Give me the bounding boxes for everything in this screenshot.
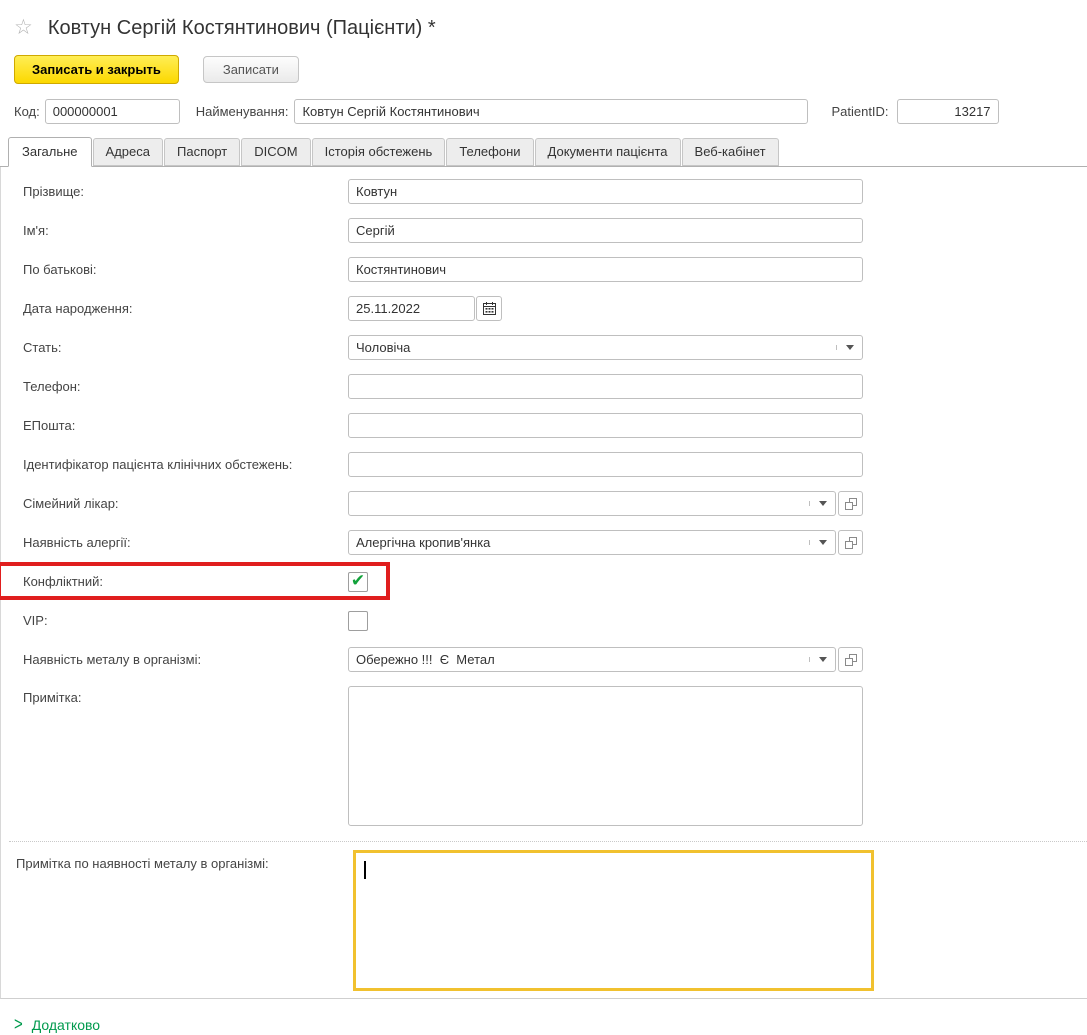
metal-note-row: Примітка по наявності металу в організмі… xyxy=(23,848,1087,991)
tab-bar: Загальне Адреса Паспорт DICOM Історія об… xyxy=(0,139,1087,167)
vip-checkbox[interactable] xyxy=(348,611,368,631)
allergy-open-button[interactable] xyxy=(838,530,863,555)
chevron-down-icon xyxy=(819,501,827,506)
first-name-row: Ім'я: xyxy=(23,218,1087,243)
email-label: ЕПошта: xyxy=(23,418,348,433)
general-tab-panel: Прізвище: Ім'я: По батькові: Дата народж… xyxy=(0,167,1087,999)
vip-label: VIP: xyxy=(23,613,348,628)
chevron-right-icon: > xyxy=(14,1014,23,1034)
phone-input[interactable] xyxy=(348,374,863,399)
dotted-separator xyxy=(9,841,1087,842)
birth-date-input[interactable] xyxy=(348,296,475,321)
gender-label: Стать: xyxy=(23,340,348,355)
code-label: Код: xyxy=(14,104,40,119)
allergy-row: Наявність алергії: Алергічна кропив'янка xyxy=(23,530,1087,555)
metal-note-textarea[interactable] xyxy=(353,850,874,991)
checkmark-icon: ✔ xyxy=(351,573,365,589)
metal-dropdown-button[interactable] xyxy=(809,657,835,662)
email-row: ЕПошта: xyxy=(23,413,1087,438)
first-name-label: Ім'я: xyxy=(23,223,348,238)
phone-label: Телефон: xyxy=(23,379,348,394)
tab-general[interactable]: Загальне xyxy=(8,137,92,167)
chevron-down-icon xyxy=(819,540,827,545)
family-doctor-select[interactable] xyxy=(348,491,836,516)
metal-open-button[interactable] xyxy=(838,647,863,672)
additional-label: Додатково xyxy=(32,1017,100,1033)
patient-id-label: PatientID: xyxy=(831,104,888,119)
gender-value: Чоловіча xyxy=(349,340,836,355)
metal-label: Наявність металу в організмі: xyxy=(23,652,348,667)
last-name-input[interactable] xyxy=(348,179,863,204)
note-label: Примітка: xyxy=(23,686,348,705)
note-textarea[interactable] xyxy=(348,686,863,826)
header-fields-row: Код: Найменування: PatientID: xyxy=(0,99,1087,124)
allergy-select[interactable]: Алергічна кропив'янка xyxy=(348,530,836,555)
last-name-row: Прізвище: xyxy=(23,179,1087,204)
last-name-label: Прізвище: xyxy=(23,184,348,199)
birth-date-row: Дата народження: xyxy=(23,296,1087,321)
metal-note-label: Примітка по наявності металу в організмі… xyxy=(16,850,353,871)
family-doctor-dropdown-button[interactable] xyxy=(809,501,835,506)
conflict-checkbox[interactable]: ✔ xyxy=(348,572,368,592)
text-cursor xyxy=(364,861,366,879)
open-item-icon xyxy=(845,498,857,510)
gender-row: Стать: Чоловіча xyxy=(23,335,1087,360)
clinical-id-label: Ідентифікатор пацієнта клінічних обстеже… xyxy=(23,457,348,472)
email-input[interactable] xyxy=(348,413,863,438)
conflict-label: Конфліктний: xyxy=(23,574,348,589)
metal-row: Наявність металу в організмі: Обережно !… xyxy=(23,647,1087,672)
tab-phones[interactable]: Телефони xyxy=(446,138,533,166)
calendar-button[interactable] xyxy=(476,296,502,321)
middle-name-label: По батькові: xyxy=(23,262,348,277)
tab-passport[interactable]: Паспорт xyxy=(164,138,240,166)
allergy-label: Наявність алергії: xyxy=(23,535,348,550)
family-doctor-label: Сімейний лікар: xyxy=(23,496,348,511)
middle-name-row: По батькові: xyxy=(23,257,1087,282)
favorite-star-icon[interactable]: ☆ xyxy=(14,18,33,38)
additional-section-toggle[interactable]: > Додатково xyxy=(14,1016,1087,1033)
name-input[interactable] xyxy=(294,99,808,124)
window-titlebar: ☆ Ковтун Сергій Костянтинович (Пацієнти)… xyxy=(0,0,1087,42)
tab-address[interactable]: Адреса xyxy=(93,138,163,166)
allergy-value: Алергічна кропив'янка xyxy=(349,535,809,550)
page-title: Ковтун Сергій Костянтинович (Пацієнти) * xyxy=(48,17,436,40)
patient-id-input[interactable] xyxy=(897,99,999,124)
metal-value: Обережно !!! Є Метал xyxy=(349,652,809,667)
chevron-down-icon xyxy=(819,657,827,662)
chevron-down-icon xyxy=(846,345,854,350)
clinical-id-row: Ідентифікатор пацієнта клінічних обстеже… xyxy=(23,452,1087,477)
tab-web-cabinet[interactable]: Веб-кабінет xyxy=(682,138,779,166)
calendar-icon xyxy=(483,302,496,315)
tab-exam-history[interactable]: Історія обстежень xyxy=(312,138,446,166)
metal-select[interactable]: Обережно !!! Є Метал xyxy=(348,647,836,672)
conflict-row: Конфліктний: ✔ xyxy=(23,569,1087,594)
family-doctor-open-button[interactable] xyxy=(838,491,863,516)
tab-dicom[interactable]: DICOM xyxy=(241,138,310,166)
family-doctor-row: Сімейний лікар: xyxy=(23,491,1087,516)
birth-date-label: Дата народження: xyxy=(23,301,348,316)
note-row: Примітка: xyxy=(23,686,1087,826)
clinical-id-input[interactable] xyxy=(348,452,863,477)
save-button[interactable]: Записати xyxy=(203,56,299,83)
command-bar: Записать и закрыть Записати xyxy=(0,55,1087,84)
allergy-dropdown-button[interactable] xyxy=(809,540,835,545)
gender-dropdown-button[interactable] xyxy=(836,345,862,350)
gender-select[interactable]: Чоловіча xyxy=(348,335,863,360)
name-label: Найменування: xyxy=(196,104,289,119)
phone-row: Телефон: xyxy=(23,374,1087,399)
vip-row: VIP: xyxy=(23,608,1087,633)
open-item-icon xyxy=(845,537,857,549)
save-and-close-button[interactable]: Записать и закрыть xyxy=(14,55,179,84)
open-item-icon xyxy=(845,654,857,666)
tab-patient-documents[interactable]: Документи пацієнта xyxy=(535,138,681,166)
first-name-input[interactable] xyxy=(348,218,863,243)
code-input[interactable] xyxy=(45,99,180,124)
middle-name-input[interactable] xyxy=(348,257,863,282)
